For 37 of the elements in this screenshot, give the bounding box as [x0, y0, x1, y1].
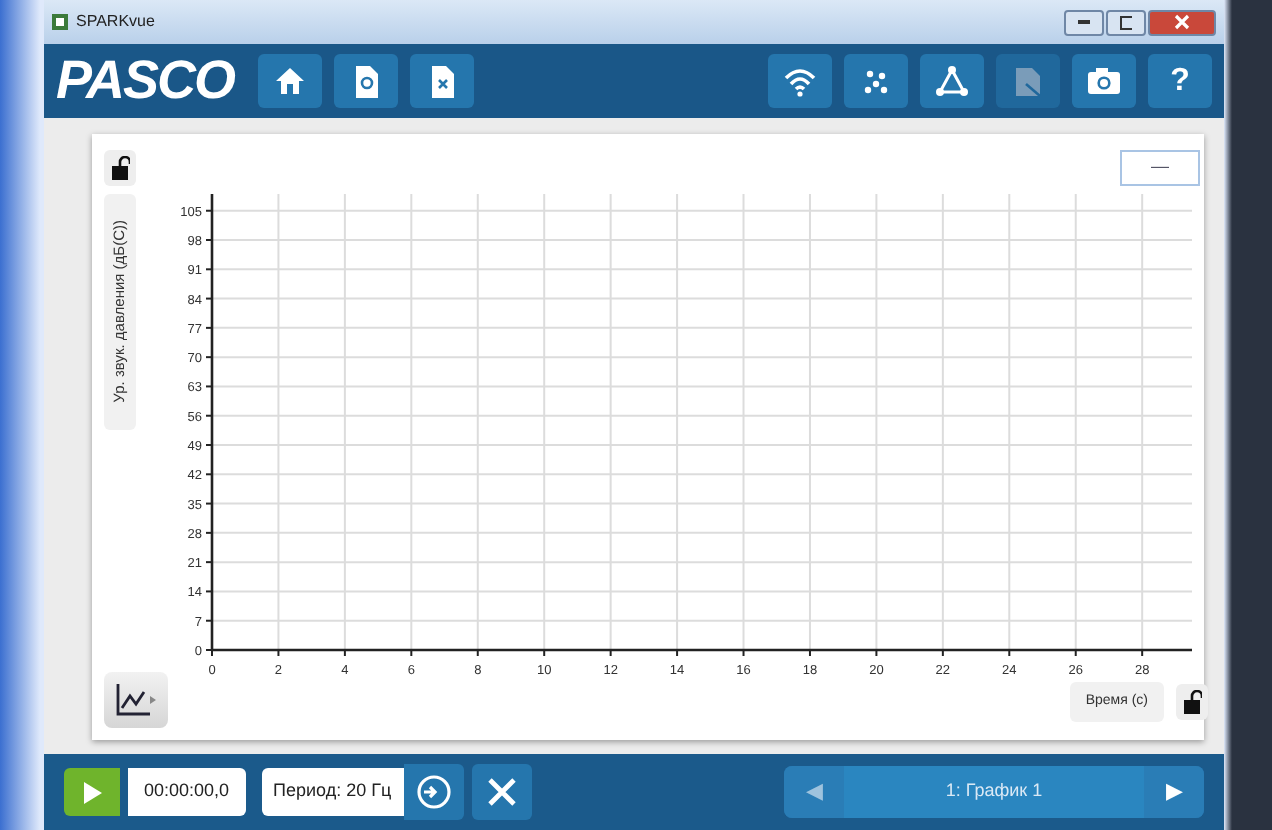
help-button[interactable]: ? — [1148, 54, 1212, 108]
lock-icon[interactable] — [104, 150, 136, 186]
timer-button[interactable] — [403, 764, 464, 820]
camera-button[interactable] — [1072, 54, 1136, 108]
play-icon — [82, 781, 102, 803]
wifi-icon — [782, 63, 818, 99]
window-title: SPARKvue — [76, 10, 155, 34]
lock-icon[interactable] — [1176, 684, 1208, 720]
minimize-icon — [1078, 19, 1090, 25]
cross-icon — [483, 774, 520, 810]
dots-button[interactable] — [844, 54, 908, 108]
graph-tools-button[interactable] — [104, 672, 168, 728]
page-title: 1: График 1 — [844, 766, 1144, 818]
maximize-button[interactable] — [1106, 9, 1146, 35]
logo: PASCO — [56, 54, 235, 108]
triangle-nodes-button[interactable] — [920, 54, 984, 108]
wifi-button[interactable] — [768, 54, 832, 108]
home-button[interactable] — [258, 54, 323, 108]
camera-icon — [1086, 63, 1122, 99]
next-page-button[interactable]: ▶ — [1144, 766, 1204, 818]
maximize-icon — [1120, 15, 1132, 29]
start-button[interactable] — [64, 768, 120, 816]
padlock-icon — [110, 156, 130, 180]
sample-rate-field[interactable]: Период: 20 Гц — [261, 768, 404, 816]
elapsed-time: 00:00:00,0 — [128, 768, 246, 816]
close-button[interactable] — [1148, 9, 1216, 35]
file-close-button[interactable] — [410, 54, 475, 108]
app-icon — [52, 14, 68, 30]
legend-box[interactable]: — — [1120, 150, 1200, 186]
document-icon — [1010, 63, 1046, 99]
minimize-button[interactable] — [1064, 9, 1104, 35]
line-graph-icon — [112, 682, 160, 718]
triangle-nodes-icon — [934, 63, 970, 99]
close-icon — [1174, 14, 1190, 30]
home-icon — [272, 63, 309, 99]
tools-button[interactable] — [471, 764, 532, 820]
padlock-icon — [1182, 690, 1202, 714]
